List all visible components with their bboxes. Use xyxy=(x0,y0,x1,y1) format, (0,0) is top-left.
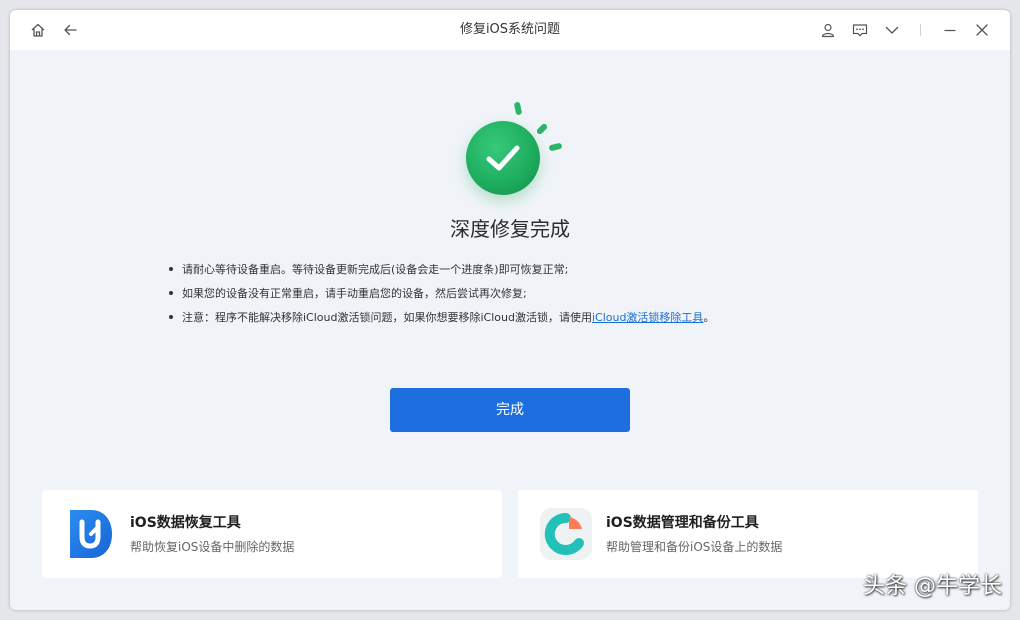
close-icon[interactable] xyxy=(974,22,990,38)
bullet-icon xyxy=(169,267,173,271)
data-manager-card[interactable]: iOS数据管理和备份工具 帮助管理和备份iOS设备上的数据 xyxy=(518,490,978,578)
page-title: 深度修复完成 xyxy=(450,217,570,241)
done-button[interactable]: 完成 xyxy=(390,388,630,432)
sparkle-ray xyxy=(548,142,563,152)
card-title: iOS数据恢复工具 xyxy=(130,515,241,531)
watermark: 头条 @牛学长 xyxy=(863,574,1002,599)
instruction-list: 请耐心等待设备重启。等待设备更新完成后(设备会走一个进度条)即可恢复正常; 如果… xyxy=(168,262,868,334)
list-item: 注意：程序不能解决移除iCloud激活锁问题，如果你想要移除iCloud激活锁，… xyxy=(168,310,868,334)
list-item: 如果您的设备没有正常重启，请手动重启您的设备，然后尝试再次修复; xyxy=(168,286,868,310)
data-recovery-logo-icon xyxy=(64,508,116,560)
note-suffix: 。 xyxy=(703,311,715,324)
card-title: iOS数据管理和备份工具 xyxy=(606,515,759,531)
card-subtitle: 帮助恢复iOS设备中删除的数据 xyxy=(130,540,295,554)
chevron-down-icon[interactable] xyxy=(884,22,900,38)
checkmark-icon xyxy=(486,145,520,171)
note-text: 请耐心等待设备重启。等待设备更新完成后(设备会走一个进度条)即可恢复正常; xyxy=(182,263,569,276)
app-window: 修复iOS系统问题 深度修复完成 请耐心等待设备重启。等待设备更新完成后(设备会… xyxy=(10,10,1010,610)
list-item: 请耐心等待设备重启。等待设备更新完成后(设备会走一个进度条)即可恢复正常; xyxy=(168,262,868,286)
user-icon[interactable] xyxy=(820,22,836,38)
title-bar-divider xyxy=(920,24,921,36)
feedback-icon[interactable] xyxy=(852,22,868,38)
icloud-removal-link[interactable]: iCloud激活锁移除工具 xyxy=(592,311,703,324)
bullet-icon xyxy=(169,291,173,295)
bullet-icon xyxy=(169,315,173,319)
check-circle xyxy=(466,121,540,195)
sparkle-ray xyxy=(513,101,523,116)
note-text: 如果您的设备没有正常重启，请手动重启您的设备，然后尝试再次修复; xyxy=(182,287,527,300)
minimize-icon[interactable] xyxy=(942,22,958,38)
data-recovery-card[interactable]: iOS数据恢复工具 帮助恢复iOS设备中删除的数据 xyxy=(42,490,502,578)
title-bar: 修复iOS系统问题 xyxy=(10,10,1010,50)
data-manager-logo-icon xyxy=(540,508,592,560)
success-badge xyxy=(455,96,575,206)
note-text: 注意：程序不能解决移除iCloud激活锁问题，如果你想要移除iCloud激活锁，… xyxy=(182,311,592,324)
card-subtitle: 帮助管理和备份iOS设备上的数据 xyxy=(606,540,783,554)
sparkle-ray xyxy=(535,122,549,136)
